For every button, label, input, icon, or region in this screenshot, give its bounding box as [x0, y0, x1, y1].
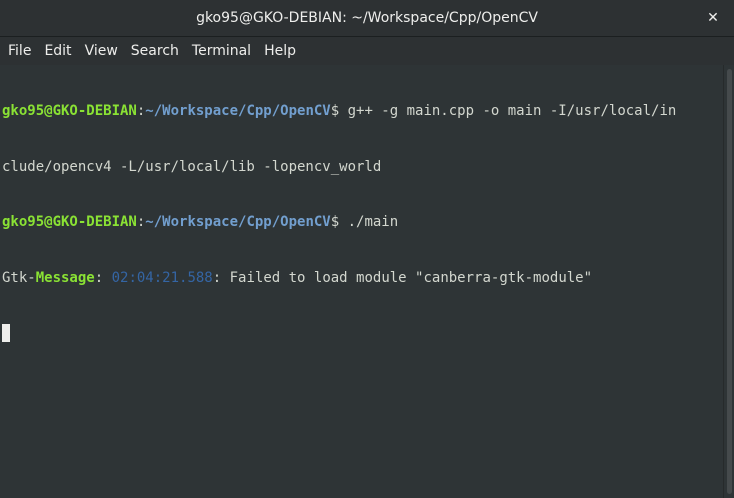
terminal-line: clude/opencv4 -L/usr/local/lib -lopencv_…: [2, 158, 724, 177]
command-text: ./main: [347, 214, 399, 230]
terminal-window: gko95@GKO-DEBIAN: ~/Workspace/Cpp/OpenCV…: [0, 0, 734, 498]
message-separator: :: [94, 269, 112, 286]
prompt-user: gko95@GKO-DEBIAN: [2, 214, 137, 230]
menu-view[interactable]: View: [85, 41, 118, 61]
scrollbar[interactable]: [723, 65, 734, 498]
command-text: clude/opencv4 -L/usr/local/lib -lopencv_…: [2, 158, 382, 175]
prompt-symbol: $: [330, 103, 348, 119]
message-label: Message: [35, 269, 95, 286]
menu-bar: File Edit View Search Terminal Help: [0, 37, 734, 66]
prompt-user: gko95@GKO-DEBIAN: [2, 103, 137, 119]
terminal-line: Gtk-Message: 02:04:21.588: Failed to loa…: [2, 269, 724, 288]
scrollbar-thumb[interactable]: [727, 69, 732, 494]
menu-edit[interactable]: Edit: [44, 41, 71, 61]
command-text: g++ -g main.cpp -o main -I/usr/local/in: [347, 103, 677, 119]
message-separator: :: [212, 269, 230, 286]
close-icon[interactable]: ✕: [704, 9, 722, 27]
menu-search[interactable]: Search: [131, 41, 179, 61]
window-title: gko95@GKO-DEBIAN: ~/Workspace/Cpp/OpenCV: [196, 10, 538, 26]
prompt-path: ~/Workspace/Cpp/OpenCV: [145, 214, 331, 230]
message-timestamp: 02:04:21.588: [111, 269, 213, 286]
text-cursor: [2, 324, 10, 342]
terminal-line: gko95@GKO-DEBIAN:~/Workspace/Cpp/OpenCV$…: [2, 213, 724, 232]
menu-help[interactable]: Help: [264, 41, 296, 61]
prompt-symbol: $: [330, 214, 348, 230]
title-bar[interactable]: gko95@GKO-DEBIAN: ~/Workspace/Cpp/OpenCV…: [0, 0, 734, 37]
message-prefix: Gtk-: [2, 269, 36, 286]
terminal-line: gko95@GKO-DEBIAN:~/Workspace/Cpp/OpenCV$…: [2, 102, 724, 121]
prompt-path: ~/Workspace/Cpp/OpenCV: [145, 103, 331, 119]
terminal-output[interactable]: gko95@GKO-DEBIAN:~/Workspace/Cpp/OpenCV$…: [0, 65, 724, 498]
menu-terminal[interactable]: Terminal: [192, 41, 251, 61]
terminal-line: [2, 324, 724, 343]
menu-file[interactable]: File: [8, 41, 31, 61]
message-text: Failed to load module "canberra-gtk-modu…: [229, 269, 593, 286]
